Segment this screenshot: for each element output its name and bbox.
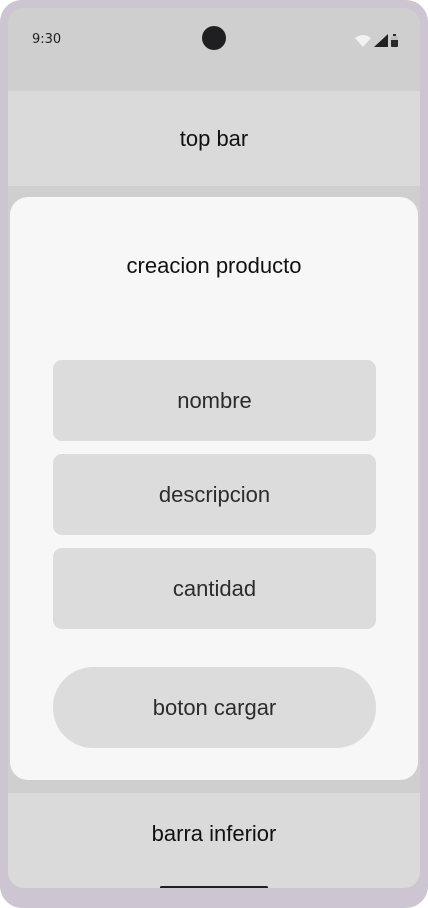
bottom-bar-label: barra inferior [151, 821, 277, 846]
cargar-button-label: boton cargar [152, 694, 277, 720]
battery-icon [391, 34, 398, 47]
top-bar: top bar [8, 91, 420, 186]
wifi-icon [355, 35, 371, 47]
cantidad-field[interactable]: cantidad [53, 548, 376, 629]
bottom-bar: barra inferior [8, 793, 420, 888]
nombre-field-label: nombre [177, 387, 252, 413]
nombre-field[interactable]: nombre [53, 360, 376, 441]
status-bar: 9:30 [8, 8, 420, 91]
status-icons [355, 33, 398, 47]
form-title: creacion producto [126, 253, 302, 278]
home-indicator[interactable] [160, 886, 268, 888]
cargar-button[interactable]: boton cargar [53, 667, 376, 748]
device-frame: 9:30 top bar creacion producto nombre de… [0, 0, 428, 908]
signal-icon [374, 34, 388, 47]
status-time: 9:30 [32, 32, 62, 47]
descripcion-field[interactable]: descripcion [53, 454, 376, 535]
screen: 9:30 top bar creacion producto nombre de… [8, 8, 420, 888]
descripcion-field-label: descripcion [158, 481, 271, 507]
top-bar-title: top bar [179, 125, 249, 151]
cantidad-field-label: cantidad [172, 575, 257, 601]
camera-cutout [202, 26, 226, 50]
product-form-card: creacion producto nombre descripcion can… [10, 197, 418, 780]
